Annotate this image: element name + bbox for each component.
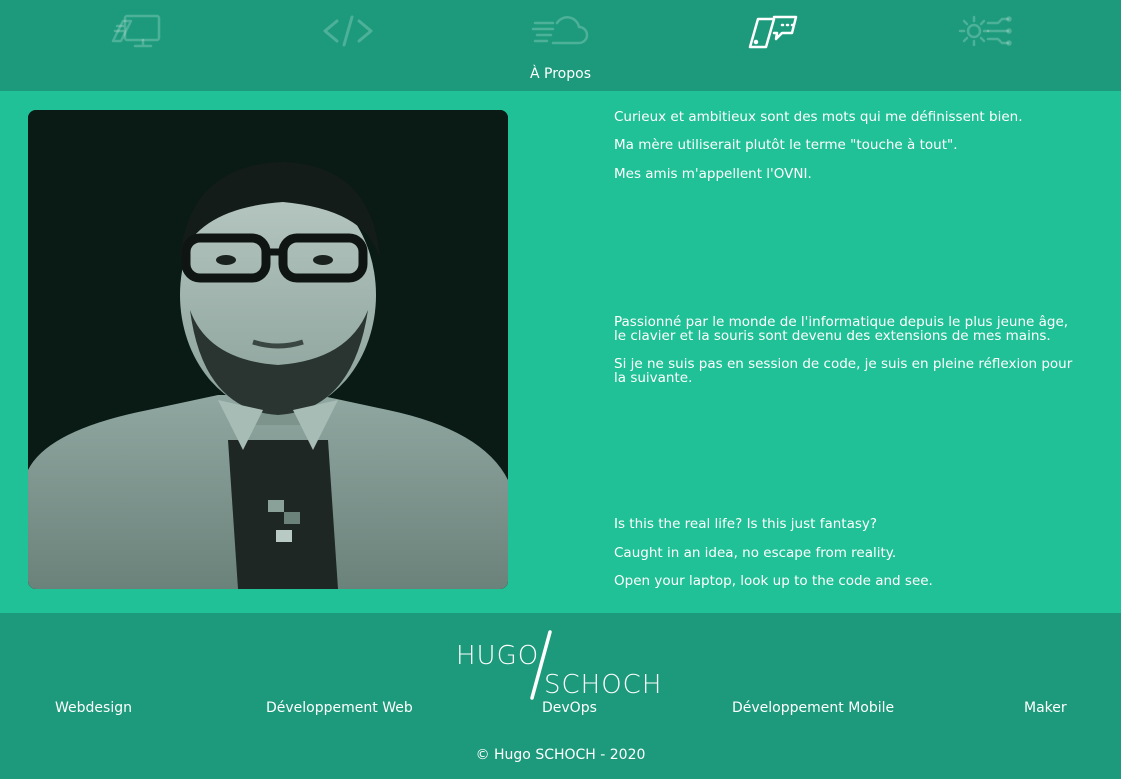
about-line: Ma mère utiliserait plutôt le terme "tou… [614, 137, 958, 153]
nav-item-devops[interactable] [525, 6, 595, 56]
nav-icon-bar [0, 0, 1121, 62]
footer-link-webdesign[interactable]: Webdesign [55, 700, 132, 716]
webdesign-icon [111, 14, 161, 48]
footer-link-maker[interactable]: Maker [1024, 700, 1067, 716]
gear-circuit-icon [958, 15, 1012, 47]
about-line: Mes amis m'appellent l'OVNI. [614, 166, 812, 182]
footer: HUGO SCHOCH Webdesign Développement Web … [0, 613, 1121, 779]
about-line: Si je ne suis pas en session de code, je… [614, 356, 1073, 386]
nav-item-webdesign[interactable] [101, 6, 171, 56]
about-line: Curieux et ambitieux sont des mots qui m… [614, 109, 1023, 125]
about-line: Passionné par le monde de l'informatique… [614, 314, 1069, 344]
code-icon [323, 15, 373, 47]
footer-links: Webdesign Développement Web DevOps Dével… [0, 700, 1121, 720]
about-section: Curieux et ambitieux sont des mots qui m… [0, 91, 1121, 613]
top-navigation: À Propos [0, 0, 1121, 91]
footer-link-devops[interactable]: DevOps [542, 700, 597, 716]
nav-item-maker[interactable] [950, 6, 1020, 56]
active-section-label: À Propos [530, 66, 591, 82]
cloud-devops-icon [532, 16, 589, 45]
about-text: Curieux et ambitieux sont des mots qui m… [614, 91, 1094, 613]
mobile-chat-icon [748, 15, 797, 49]
copyright-text: © Hugo SCHOCH - 2020 [475, 747, 646, 763]
nav-item-mobile-dev[interactable] [738, 6, 808, 56]
about-line: Caught in an idea, no escape from realit… [614, 545, 897, 561]
portrait-illustration [28, 110, 508, 589]
footer-link-mobile-dev[interactable]: Développement Mobile [732, 700, 894, 716]
about-line: Is this the real life? Is this just fant… [614, 516, 878, 532]
nav-item-web-dev[interactable] [313, 6, 383, 56]
logo-text-bottom: SCHOCH [544, 670, 663, 700]
site-logo[interactable]: HUGO SCHOCH [452, 625, 672, 705]
footer-link-web-dev[interactable]: Développement Web [266, 700, 413, 716]
profile-photo [28, 110, 508, 589]
about-line: Open your laptop, look up to the code an… [614, 573, 933, 589]
